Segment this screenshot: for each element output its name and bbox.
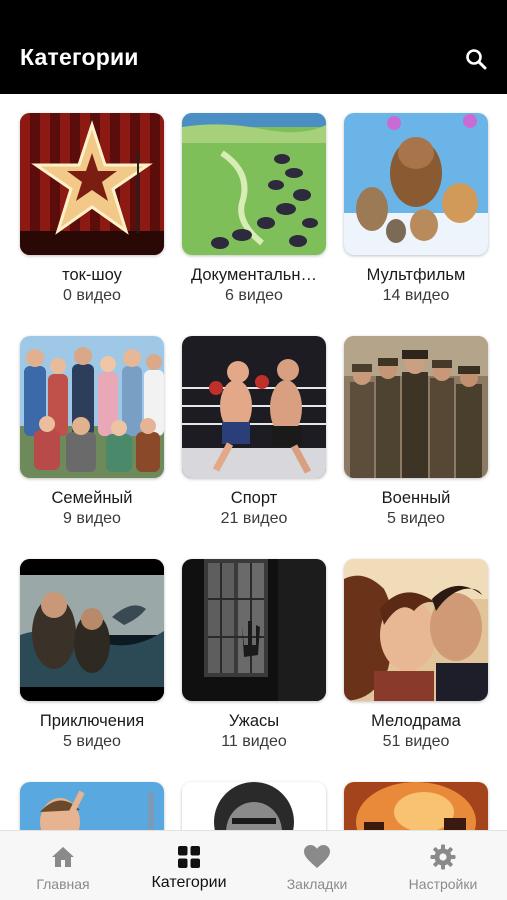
category-count: 14 видео <box>382 287 450 304</box>
category-name: Документальн… <box>190 266 318 284</box>
category-count: 51 видео <box>382 733 450 750</box>
tab-label: Настройки <box>408 876 478 892</box>
tab-bookmarks[interactable]: Закладки <box>254 831 380 900</box>
category-thumbnail <box>344 113 488 255</box>
search-icon <box>466 49 487 70</box>
tab-home[interactable]: Главная <box>0 831 126 900</box>
category-thumbnail <box>20 113 164 255</box>
search-button[interactable] <box>461 44 491 74</box>
category-card-talkshow[interactable]: ток-шоу 0 видео <box>20 113 164 305</box>
category-name: Приключения <box>39 712 145 730</box>
category-name: Мультфильм <box>366 266 466 284</box>
category-thumbnail <box>344 559 488 701</box>
category-thumbnail <box>182 336 326 478</box>
category-count: 9 видео <box>63 510 121 527</box>
grid-icon <box>178 846 200 868</box>
category-card-sport[interactable]: Спорт 21 видео <box>182 336 326 528</box>
app-header: Категории <box>0 0 507 94</box>
category-name: Семейный <box>51 489 133 507</box>
category-thumbnail <box>344 782 488 830</box>
page-title: Категории <box>20 44 139 70</box>
category-thumbnail <box>20 559 164 701</box>
category-thumbnail <box>182 782 326 830</box>
category-card-documentary[interactable]: Документальн… 6 видео <box>182 113 326 305</box>
category-card-family[interactable]: Семейный 9 видео <box>20 336 164 528</box>
category-count: 11 видео <box>221 733 287 750</box>
category-thumbnail <box>20 336 164 478</box>
category-count: 5 видео <box>63 733 121 750</box>
category-count: 21 видео <box>220 510 288 527</box>
gear-icon <box>430 844 456 870</box>
heart-icon <box>304 845 330 868</box>
category-thumbnail <box>182 559 326 701</box>
category-thumbnail <box>182 113 326 255</box>
category-card-adventure[interactable]: Приключения 5 видео <box>20 559 164 751</box>
category-count: 5 видео <box>387 510 445 527</box>
category-card-partial[interactable] <box>182 782 326 830</box>
category-name: Ужасы <box>228 712 280 730</box>
tab-label: Категории <box>151 874 227 891</box>
bottom-tab-bar: Главная Категории Закладки Настройки <box>0 830 507 900</box>
category-name: Мелодрама <box>371 712 461 730</box>
category-grid: ток-шоу 0 видео Документальн… 6 видео Му… <box>0 94 507 830</box>
category-name: Военный <box>381 489 451 507</box>
tab-categories[interactable]: Категории <box>126 831 252 900</box>
category-count: 0 видео <box>63 287 121 304</box>
home-icon <box>52 847 74 867</box>
tab-settings[interactable]: Настройки <box>380 831 506 900</box>
category-card-melodrama[interactable]: Мелодрама 51 видео <box>344 559 488 751</box>
category-card-war[interactable]: Военный 5 видео <box>344 336 488 528</box>
category-thumbnail <box>20 782 164 830</box>
category-card-cartoon[interactable]: Мультфильм 14 видео <box>344 113 488 305</box>
category-name: Спорт <box>230 489 278 507</box>
category-card-partial[interactable] <box>20 782 164 830</box>
category-card-partial[interactable] <box>344 782 488 830</box>
category-name: ток-шоу <box>62 266 122 284</box>
category-card-horror[interactable]: Ужасы 11 видео <box>182 559 326 751</box>
tab-label: Главная <box>36 876 90 892</box>
tab-label: Закладки <box>286 876 348 892</box>
category-thumbnail <box>344 336 488 478</box>
category-count: 6 видео <box>225 287 283 304</box>
